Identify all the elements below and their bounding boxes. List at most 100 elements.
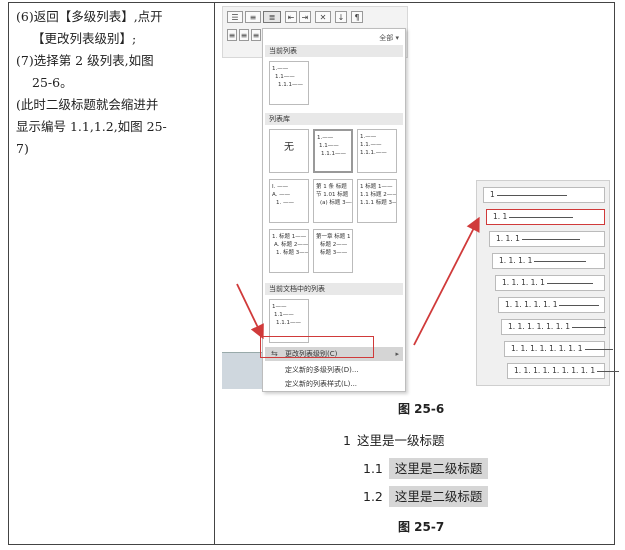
note-line-2: 显示编号 1.1,1.2,如图 25- bbox=[16, 119, 167, 134]
decrease-indent-icon[interactable]: ⇤ bbox=[285, 11, 297, 23]
thumb-line: 1.1—— bbox=[275, 74, 295, 80]
thumb-line: 第一章 标题 1 bbox=[316, 234, 351, 240]
thumb-line: 1.1.1—— bbox=[321, 151, 346, 157]
document-preview-strip bbox=[222, 352, 262, 389]
note-line-3: 7) bbox=[16, 141, 29, 156]
thumb-line: 1 标题 1—— bbox=[360, 184, 393, 190]
step-6-line-2: 【更改列表级别】; bbox=[32, 31, 137, 46]
list-level-option[interactable]: 1. 1. 1. 1 bbox=[492, 253, 605, 269]
list-style-3[interactable]: I. —— A. —— 1. —— bbox=[269, 179, 309, 223]
thumb-line: A. —— bbox=[272, 192, 291, 198]
list-level-rule bbox=[546, 282, 593, 284]
list-level-label: 1. 1 bbox=[493, 212, 508, 221]
list-level-label: 1. 1. 1. 1. 1. 1. 1 bbox=[508, 322, 571, 331]
heading-1-text: 这里是一级标题 bbox=[356, 433, 445, 448]
list-style-7[interactable]: 第一章 标题 1 标题 2—— 标题 3—— bbox=[313, 229, 353, 273]
numbering-icon[interactable]: ≡ bbox=[245, 11, 261, 23]
current-list-thumbnail[interactable]: 1.—— 1.1—— 1.1.1—— bbox=[269, 61, 309, 105]
thumb-line: I. —— bbox=[272, 184, 289, 190]
chinese-layout-icon[interactable]: ✕ bbox=[315, 11, 331, 23]
highlight-box-change-level bbox=[260, 336, 374, 358]
thumb-line: 1.1—— bbox=[274, 312, 294, 318]
thumb-line: 1.—— bbox=[317, 135, 334, 141]
figure-25-6-caption: 图 25-6 bbox=[398, 402, 445, 416]
menu-define-multilevel-label: 定义新的多级列表(D)... bbox=[285, 366, 359, 374]
align-left-icon[interactable]: ≡ bbox=[227, 29, 237, 41]
sort-icon[interactable]: ↓ bbox=[335, 11, 347, 23]
thumb-line: 1.—— bbox=[360, 134, 377, 140]
list-level-rule bbox=[584, 348, 613, 350]
list-level-option[interactable]: 1. 1 bbox=[486, 209, 605, 225]
menu-define-multilevel-list[interactable]: 定义新的多级列表(D)... bbox=[265, 363, 403, 377]
list-level-rule bbox=[534, 260, 587, 262]
thumb-line: 标题 3—— bbox=[320, 250, 348, 256]
menu-define-style-label: 定义新的列表样式(L)... bbox=[285, 380, 358, 388]
thumb-line: 1.1.1.—— bbox=[360, 150, 387, 156]
list-level-option[interactable]: 1. 1. 1. 1. 1 bbox=[495, 275, 605, 291]
list-level-label: 1. 1. 1. 1. 1 bbox=[502, 278, 545, 287]
multilevel-list-icon[interactable]: ≣ bbox=[263, 11, 281, 23]
list-level-flyout: 1 1. 1 1. 1. 1 1. 1. 1. 1 1. 1. 1. 1. 1 1. 1.… bbox=[476, 180, 620, 386]
sample-heading-2a: 1.1 这里是二级标题 bbox=[363, 458, 489, 479]
list-level-option[interactable]: 1. 1. 1 bbox=[489, 231, 605, 247]
list-level-rule bbox=[572, 326, 607, 328]
thumb-line: 1. 标题 3—— bbox=[276, 250, 309, 256]
thumb-line: 1.1 标题 2—— bbox=[360, 192, 397, 198]
sample-heading-2b: 1.2 这里是二级标题 bbox=[363, 486, 489, 507]
thumb-line: 1.1.1—— bbox=[276, 320, 301, 326]
list-level-label: 1. 1. 1. 1. 1. 1. 1. 1. 1 bbox=[514, 366, 596, 375]
show-marks-icon[interactable]: ¶ bbox=[351, 11, 363, 23]
list-level-option[interactable]: 1. 1. 1. 1. 1. 1. 1 bbox=[501, 319, 607, 335]
thumb-line: 1.—— bbox=[272, 66, 289, 72]
list-level-option[interactable]: 1. 1. 1. 1. 1. 1 bbox=[498, 297, 605, 313]
bullets-icon[interactable]: ☰ bbox=[227, 11, 243, 23]
step-7-line-1: (7)选择第 2 级列表,如图 bbox=[16, 53, 154, 68]
thumb-line: 1.1.1 标题 3— bbox=[360, 200, 397, 206]
list-level-label: 1. 1. 1 bbox=[496, 234, 520, 243]
thumb-line: 1—— bbox=[272, 304, 287, 310]
section-list-library: 列表库 bbox=[265, 113, 403, 125]
list-level-label: 1. 1. 1. 1. 1. 1 bbox=[505, 300, 558, 309]
thumb-line: 1. —— bbox=[276, 200, 294, 206]
filter-all-dropdown[interactable]: 全部 ▾ bbox=[379, 33, 399, 43]
list-style-5[interactable]: 1 标题 1—— 1.1 标题 2—— 1.1.1 标题 3— bbox=[357, 179, 397, 223]
thumb-line: 1. 标题 1—— bbox=[272, 234, 307, 240]
multilevel-list-screenshot: ☰ ≡ ≣ ⇤ ⇥ ✕ ↓ ¶ ≡ ≡ ≡ 全部 ▾ 当前列表 1.—— 1.1… bbox=[222, 6, 408, 392]
increase-indent-icon[interactable]: ⇥ bbox=[299, 11, 311, 23]
list-level-rule bbox=[496, 194, 567, 196]
sample-heading-1: 1 这里是一级标题 bbox=[343, 430, 444, 449]
thumb-line: 节 1.01 标题 bbox=[316, 192, 349, 198]
heading-2b-text: 这里是二级标题 bbox=[388, 486, 489, 507]
list-level-label: 1. 1. 1. 1. 1. 1. 1. 1 bbox=[511, 344, 583, 353]
submenu-arrow-icon: ▸ bbox=[395, 350, 399, 358]
list-level-rule bbox=[559, 304, 600, 306]
figure-25-7-caption: 图 25-7 bbox=[398, 520, 445, 534]
list-level-option[interactable]: 1. 1. 1. 1. 1. 1. 1. 1 bbox=[504, 341, 613, 357]
thumb-line: 标题 2—— bbox=[320, 242, 348, 248]
align-right-icon[interactable]: ≡ bbox=[251, 29, 261, 41]
menu-define-list-style[interactable]: 定义新的列表样式(L)... bbox=[265, 377, 403, 391]
column-divider bbox=[214, 2, 215, 545]
list-level-rule bbox=[509, 216, 574, 218]
heading-1-number: 1 bbox=[343, 433, 351, 448]
thumb-line: (a) 标题 3—— bbox=[320, 200, 352, 206]
document-page: (6)返回【多级列表】,点开 【更改列表级别】; (7)选择第 2 级列表,如图… bbox=[0, 0, 625, 550]
list-level-option[interactable]: 1 bbox=[483, 187, 605, 203]
list-level-option[interactable]: 1. 1. 1. 1. 1. 1. 1. 1. 1 bbox=[507, 363, 620, 379]
section-current-list: 当前列表 bbox=[265, 45, 403, 57]
list-level-label: 1. 1. 1. 1 bbox=[499, 256, 533, 265]
align-center-icon[interactable]: ≡ bbox=[239, 29, 249, 41]
thumb-line: A. 标题 2—— bbox=[274, 242, 309, 248]
list-style-2[interactable]: 1.—— 1.1.—— 1.1.1.—— bbox=[357, 129, 397, 173]
section-lists-in-document: 当前文档中的列表 bbox=[265, 283, 403, 295]
thumb-line: 1.1.1—— bbox=[278, 82, 303, 88]
thumb-line: 第 1 条 标题 bbox=[316, 184, 347, 190]
step-7-line-2: 25-6。 bbox=[32, 75, 73, 90]
list-style-1[interactable]: 1.—— 1.1—— 1.1.1—— bbox=[313, 129, 353, 173]
instruction-steps: (6)返回【多级列表】,点开 【更改列表级别】; (7)选择第 2 级列表,如图… bbox=[16, 6, 210, 160]
heading-2a-number: 1.1 bbox=[363, 461, 383, 476]
list-none-option[interactable]: 无 bbox=[269, 129, 309, 173]
list-level-label: 1 bbox=[490, 190, 495, 199]
list-style-6[interactable]: 1. 标题 1—— A. 标题 2—— 1. 标题 3—— bbox=[269, 229, 309, 273]
list-style-4[interactable]: 第 1 条 标题 节 1.01 标题 (a) 标题 3—— bbox=[313, 179, 353, 223]
